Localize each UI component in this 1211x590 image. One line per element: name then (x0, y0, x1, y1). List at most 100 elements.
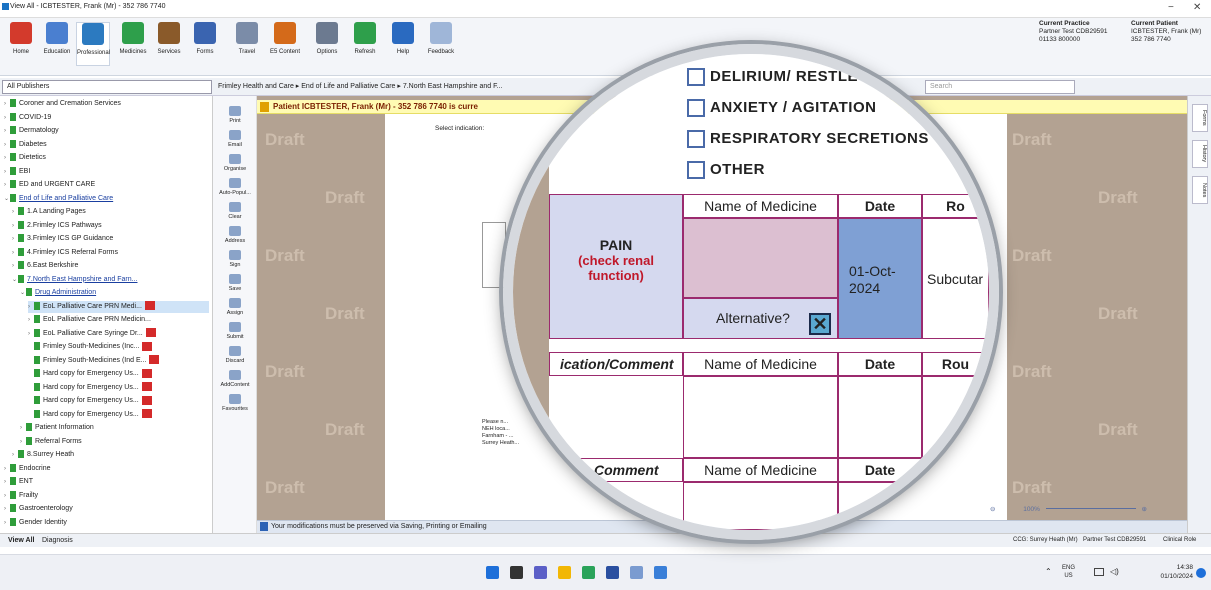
tree-item[interactable]: › Referral Forms (20, 436, 209, 448)
network-icon[interactable] (1094, 568, 1104, 576)
clear-tool[interactable]: Clear (215, 202, 255, 220)
tree-item[interactable]: › 1.A Landing Pages (12, 206, 209, 218)
route-field[interactable] (922, 376, 989, 458)
education-button[interactable]: Education (40, 22, 74, 66)
other-checkbox[interactable] (687, 161, 705, 179)
app-icon[interactable] (630, 566, 643, 579)
date-field[interactable] (838, 376, 922, 458)
tree-item[interactable]: Hard copy for Emergency Us... (28, 368, 209, 380)
tab-history[interactable]: History (1192, 140, 1208, 168)
tree-item[interactable]: › 2.Frimley ICS Pathways (12, 220, 209, 232)
minimize-button[interactable]: − (1168, 2, 1174, 13)
tree-item[interactable]: › Diabetes (4, 139, 209, 151)
delirium-checkbox[interactable] (687, 68, 705, 86)
date-field[interactable] (838, 482, 922, 530)
task-view-icon[interactable] (510, 566, 523, 579)
tree-item[interactable]: › ENT (4, 476, 209, 488)
favourites-tool[interactable]: Favourites (215, 394, 255, 412)
sign-tool[interactable]: Sign (215, 250, 255, 268)
start-icon[interactable] (486, 566, 499, 579)
tree-item[interactable]: › 8.Surrey Heath (12, 449, 209, 461)
draft-watermark: Draft (265, 130, 305, 149)
tab-diagnosis[interactable]: Diagnosis (42, 537, 73, 544)
services-button[interactable]: Services (152, 22, 186, 66)
zoom-slider[interactable] (1045, 508, 1136, 509)
breadcrumb[interactable]: Frimley Health and Care ▸ End of Life an… (218, 82, 502, 90)
tree-item[interactable]: › EoL Palliative Care PRN Medicin... (28, 314, 209, 326)
zoom-out-icon[interactable]: ⊖ (990, 506, 995, 513)
language-indicator[interactable]: ENG US (1062, 564, 1075, 580)
tree-item[interactable]: Frimley South-Medicines (Ind E... (28, 355, 209, 367)
home-button[interactable]: Home (4, 22, 38, 66)
store-icon[interactable] (606, 566, 619, 579)
addcontent-tool[interactable]: AddContent (215, 370, 255, 388)
tree-item[interactable]: › Frailty (4, 490, 209, 502)
tree-item[interactable]: › EBI (4, 166, 209, 178)
tree-item[interactable]: ⌄ End of Life and Palliative Care (4, 193, 209, 205)
tree-item[interactable]: › 3.Frimley ICS GP Guidance (12, 233, 209, 245)
tree-item[interactable]: › Dermatology (4, 125, 209, 137)
close-button[interactable]: ✕ (1193, 2, 1201, 13)
help-button[interactable]: Help (386, 22, 420, 66)
zoom-control[interactable]: ⊖ 100% ⊕ (990, 505, 1185, 517)
submit-tool[interactable]: Submit (215, 322, 255, 340)
chat-icon[interactable] (534, 566, 547, 579)
publisher-select[interactable]: All Publishers (2, 80, 212, 94)
email-tool[interactable]: Email (215, 130, 255, 148)
auto-popul--tool[interactable]: Auto-Popul... (215, 178, 255, 196)
file-explorer-icon[interactable] (558, 566, 571, 579)
tree-item[interactable]: › COVID-19 (4, 112, 209, 124)
medicine-input[interactable] (683, 482, 838, 530)
save-tool[interactable]: Save (215, 274, 255, 292)
tree-item[interactable]: › 6.East Berkshire (12, 260, 209, 272)
app-icon[interactable] (654, 566, 667, 579)
tree-item[interactable]: Hard copy for Emergency Us... (28, 409, 209, 421)
e5-content-button[interactable]: E5 Content (268, 22, 302, 66)
tray-chevron-icon[interactable]: ⌃ (1045, 567, 1052, 576)
tree-item[interactable]: › EoL Palliative Care PRN Medi... (28, 300, 209, 313)
volume-icon[interactable]: ◁) (1110, 567, 1119, 576)
medicine-input[interactable] (683, 218, 838, 298)
refresh-button[interactable]: Refresh (348, 22, 382, 66)
draft-watermark: Draft (265, 362, 305, 381)
edge-icon[interactable] (582, 566, 595, 579)
organise-tool[interactable]: Organise (215, 154, 255, 172)
forms-button[interactable]: Forms (188, 22, 222, 66)
draft-watermark: Draft (1098, 420, 1138, 439)
route-field[interactable]: Subcutar (922, 218, 989, 339)
professional-button[interactable]: Professional (76, 22, 110, 66)
tree-item[interactable]: › 4.Frimley ICS Referral Forms (12, 247, 209, 259)
date-field[interactable]: 01-Oct-2024 (838, 218, 922, 339)
tab-view-all[interactable]: View All (8, 537, 34, 544)
tree-item[interactable]: › Dietetics (4, 152, 209, 164)
assign-tool[interactable]: Assign (215, 298, 255, 316)
tab-forms[interactable]: Forms (1192, 104, 1208, 132)
tree-item[interactable]: Hard copy for Emergency Us... (28, 395, 209, 407)
respiratory-checkbox[interactable] (687, 130, 705, 148)
notification-icon[interactable] (1196, 568, 1206, 578)
tree-item[interactable]: Hard copy for Emergency Us... (28, 382, 209, 394)
anxiety-checkbox[interactable] (687, 99, 705, 117)
tab-notes[interactable]: Notes (1192, 176, 1208, 204)
tree-item[interactable]: › Coroner and Cremation Services (4, 98, 209, 110)
medicine-input[interactable] (683, 376, 838, 458)
tree-item[interactable]: › Gender Identity (4, 517, 209, 529)
feedback-button[interactable]: Feedback (424, 22, 458, 66)
tree-item[interactable]: › EoL Palliative Care Syringe Dr... (28, 328, 209, 340)
tree-item[interactable]: › ED and URGENT CARE (4, 179, 209, 191)
tree-item[interactable]: ⌄ Drug Administration (20, 287, 209, 299)
zoom-in-icon[interactable]: ⊕ (1142, 506, 1147, 513)
travel-button[interactable]: Travel (230, 22, 264, 66)
alternative-checkbox[interactable]: ✕ (809, 313, 831, 335)
tree-item[interactable]: › Patient Information (20, 422, 209, 434)
clock[interactable]: 14:38 01/10/2024 (1160, 563, 1193, 581)
medicines-button[interactable]: Medicines (116, 22, 150, 66)
print-tool[interactable]: Print (215, 106, 255, 124)
tree-item[interactable]: › Endocrine (4, 463, 209, 475)
discard-tool[interactable]: Discard (215, 346, 255, 364)
tree-item[interactable]: › Gastroenterology (4, 503, 209, 515)
tree-item[interactable]: Frimley South-Medicines (Inc... (28, 341, 209, 353)
tree-item[interactable]: ⌄ 7.North East Hampshire and Farn... (12, 274, 209, 286)
options-button[interactable]: Options (310, 22, 344, 66)
address-tool[interactable]: Address (215, 226, 255, 244)
